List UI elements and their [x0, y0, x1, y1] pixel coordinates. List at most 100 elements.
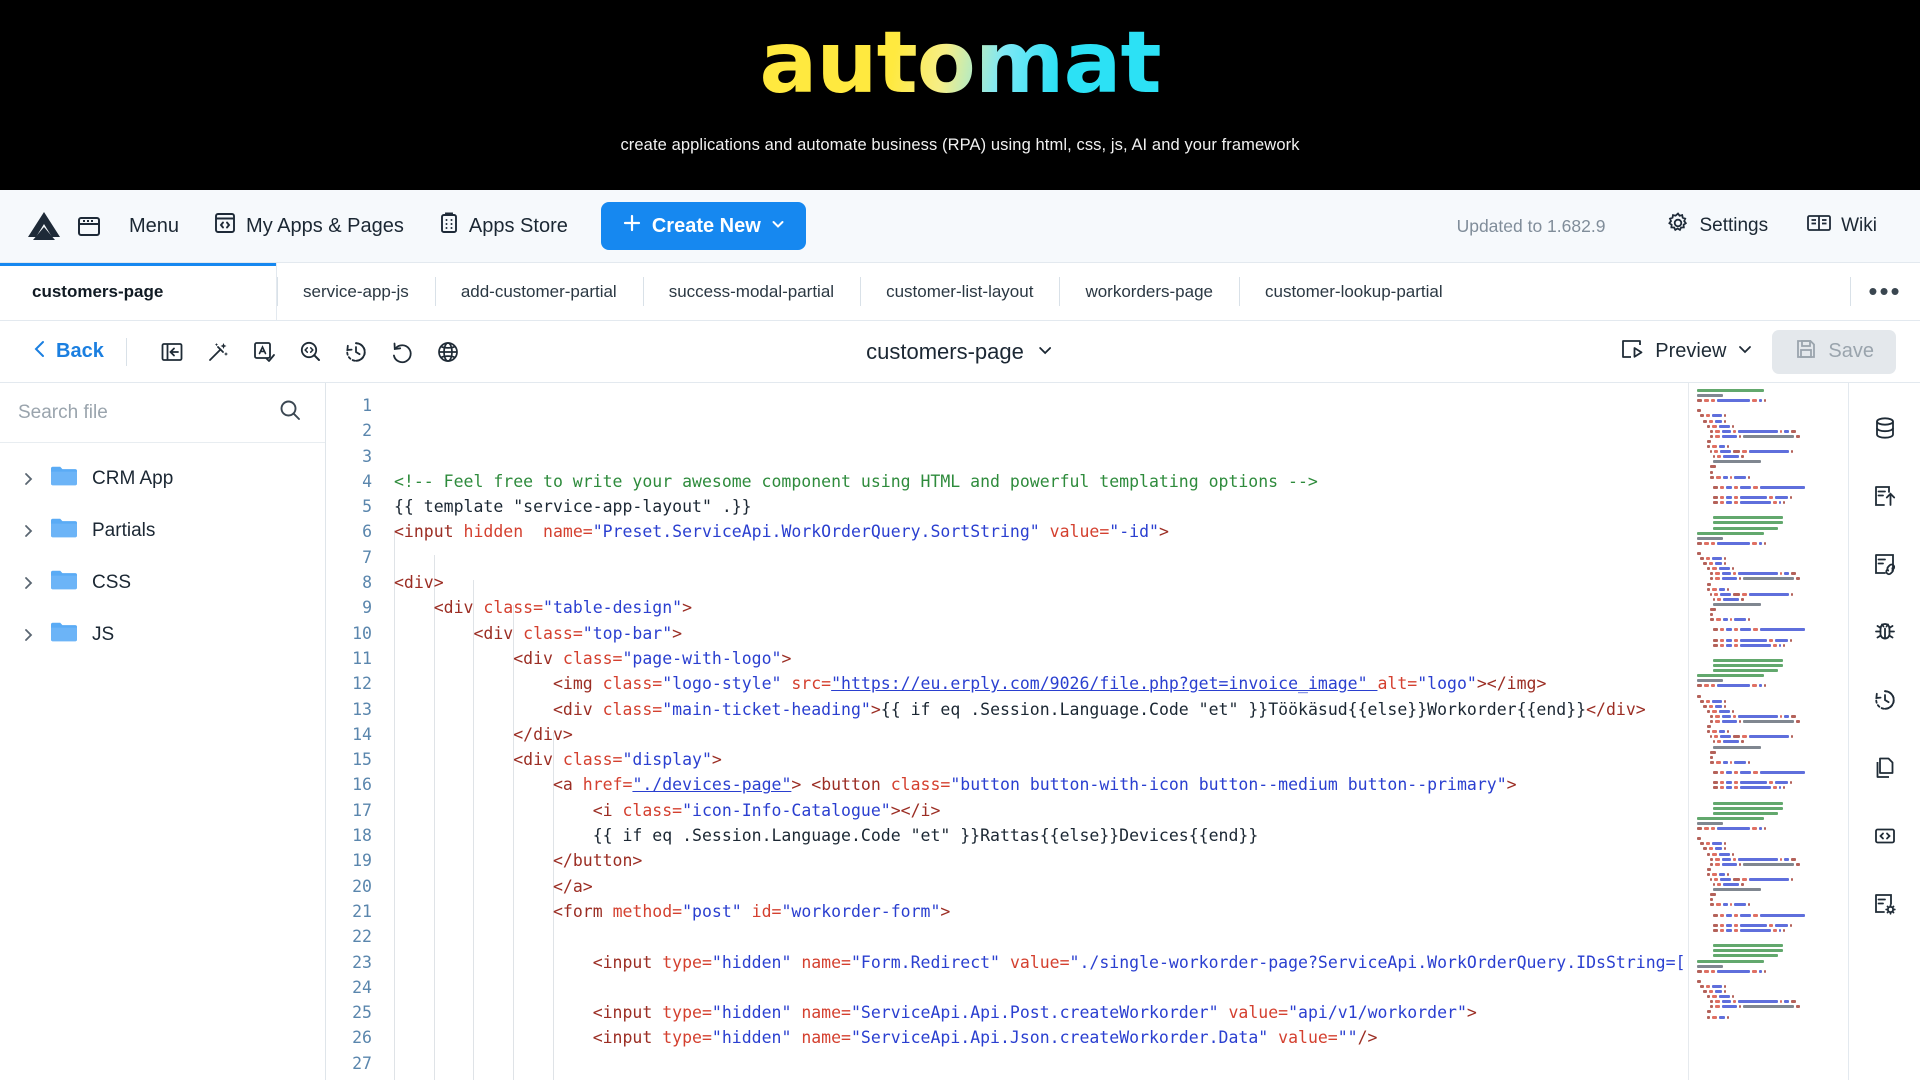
- minimap-segment: [1713, 598, 1715, 601]
- back-button[interactable]: Back: [32, 339, 104, 365]
- code-line[interactable]: [394, 545, 1688, 570]
- folder-item-css[interactable]: CSS: [0, 557, 325, 609]
- magic-wand-icon[interactable]: [195, 332, 241, 372]
- file-upload-icon[interactable]: [1862, 473, 1908, 519]
- code-line[interactable]: [394, 924, 1688, 949]
- code-line[interactable]: <a href="./devices-page"> <button class=…: [394, 772, 1688, 797]
- folder-item-crm-app[interactable]: CRM App: [0, 453, 325, 505]
- code-line[interactable]: [394, 975, 1688, 1000]
- code-line[interactable]: <input hidden name="Preset.ServiceApi.Wo…: [394, 519, 1688, 544]
- code-minimap[interactable]: [1688, 383, 1848, 1080]
- minimap-segment: [1740, 496, 1767, 499]
- minimap-segment: [1716, 761, 1721, 764]
- code-line[interactable]: <div class="main-ticket-heading">{{ if e…: [394, 697, 1688, 722]
- tab-add-customer-partial[interactable]: add-customer-partial: [435, 263, 643, 320]
- code-line[interactable]: [394, 1051, 1688, 1076]
- tab-customer-lookup-partial[interactable]: customer-lookup-partial: [1239, 263, 1469, 320]
- minimap-segment: [1740, 924, 1767, 927]
- folder-icon: [50, 517, 78, 545]
- collapse-panel-icon[interactable]: [149, 332, 195, 372]
- minimap-line: [1697, 628, 1842, 631]
- file-link-icon[interactable]: [1862, 541, 1908, 587]
- code-line[interactable]: <i class="icon-Info-Catalogue"></i>: [394, 798, 1688, 823]
- code-line[interactable]: </div>: [394, 722, 1688, 747]
- code-line[interactable]: <!-- Feel free to write your awesome com…: [394, 469, 1688, 494]
- minimap-segment: [1722, 430, 1731, 433]
- code-line[interactable]: <div class="top-bar">: [394, 621, 1688, 646]
- file-settings-icon[interactable]: [1862, 881, 1908, 927]
- code-line[interactable]: <div class="display">: [394, 747, 1688, 772]
- minimap-segment: [1722, 577, 1737, 580]
- search-input[interactable]: [18, 402, 277, 424]
- tab-success-modal-partial[interactable]: success-modal-partial: [643, 263, 860, 320]
- undo-icon[interactable]: [379, 332, 425, 372]
- folder-item-js[interactable]: JS: [0, 609, 325, 661]
- tab-label: service-app-js: [303, 282, 409, 302]
- minimap-segment: [1712, 730, 1716, 733]
- bug-icon[interactable]: [1862, 609, 1908, 655]
- minimap-segment: [1733, 858, 1736, 861]
- history-clock-icon[interactable]: [1862, 677, 1908, 723]
- code-line[interactable]: <div class="page-with-logo">: [394, 646, 1688, 671]
- code-scroll-area[interactable]: 1234567891011121314151617181920212223242…: [326, 383, 1688, 1080]
- code-line[interactable]: {{ template "service-app-layout" .}}: [394, 494, 1688, 519]
- create-new-button[interactable]: Create New: [601, 202, 806, 250]
- browser-window-icon[interactable]: [66, 203, 112, 249]
- code-line[interactable]: [394, 1076, 1688, 1080]
- nav-item-menu[interactable]: Menu: [112, 204, 196, 248]
- spellcheck-icon[interactable]: [241, 332, 287, 372]
- code-line[interactable]: <form method="post" id="workorder-form">: [394, 899, 1688, 924]
- editor-toolbar: Back: [0, 321, 1920, 383]
- code-line[interactable]: <input type="hidden" name="Form.Redirect…: [394, 950, 1688, 975]
- nav-item-settings[interactable]: Settings: [1649, 204, 1785, 248]
- code-text[interactable]: <!-- Feel free to write your awesome com…: [388, 393, 1688, 1080]
- nav-item-my-apps-and-pages[interactable]: My Apps & Pages: [196, 204, 421, 248]
- tab-customer-list-layout[interactable]: customer-list-layout: [860, 263, 1059, 320]
- minimap-segment: [1740, 914, 1752, 917]
- minimap-segment: [1703, 705, 1707, 708]
- tab-overflow-button[interactable]: •••: [1850, 263, 1920, 320]
- file-tab-bar: customers-page service-app-js add-custom…: [0, 263, 1920, 321]
- code-token: {{ template "service-app-layout" .}}: [394, 497, 752, 516]
- save-label: Save: [1828, 340, 1874, 363]
- copy-icon[interactable]: [1862, 745, 1908, 791]
- search-icon[interactable]: [277, 397, 303, 428]
- code-line[interactable]: {{ if eq .Session.Language.Code "et" }}R…: [394, 823, 1688, 848]
- code-token: <div: [553, 700, 603, 719]
- minimap-line: [1697, 786, 1842, 789]
- line-number: 24: [326, 975, 372, 1000]
- preview-button[interactable]: Preview: [1611, 336, 1762, 368]
- code-line[interactable]: <input type="hidden" name="ServiceApi.Ap…: [394, 1000, 1688, 1025]
- code-line[interactable]: <div class="table-design">: [394, 595, 1688, 620]
- folder-item-partials[interactable]: Partials: [0, 505, 325, 557]
- tab-label: add-customer-partial: [461, 282, 617, 302]
- code-brackets-icon[interactable]: [1862, 813, 1908, 859]
- history-clock-icon[interactable]: [333, 332, 379, 372]
- chevron-down-icon: [770, 215, 786, 238]
- code-line[interactable]: </a>: [394, 874, 1688, 899]
- code-line[interactable]: <img class="logo-style" src="https://eu.…: [394, 671, 1688, 696]
- nav-item-wiki[interactable]: Wiki: [1789, 204, 1894, 248]
- minimap-segment: [1740, 771, 1752, 774]
- code-search-icon[interactable]: [287, 332, 333, 372]
- minimap-segment: [1704, 399, 1709, 402]
- automat-triangle-logo-icon[interactable]: [22, 210, 66, 242]
- minimap-segment: [1759, 970, 1763, 973]
- tab-customers-page[interactable]: customers-page: [0, 263, 277, 320]
- tab-workorders-page[interactable]: workorders-page: [1059, 263, 1239, 320]
- globe-icon[interactable]: [425, 332, 471, 372]
- minimap-line: [1697, 975, 1842, 978]
- database-icon[interactable]: [1862, 405, 1908, 451]
- document-title-dropdown[interactable]: customers-page: [866, 339, 1054, 365]
- code-line[interactable]: <div>: [394, 570, 1688, 595]
- minimap-segment: [1697, 970, 1702, 973]
- save-button[interactable]: Save: [1772, 330, 1896, 374]
- tab-service-app-js[interactable]: service-app-js: [277, 263, 435, 320]
- folder-label: CSS: [92, 572, 131, 594]
- code-line[interactable]: <input type="hidden" name="ServiceApi.Ap…: [394, 1025, 1688, 1050]
- minimap-segment: [1791, 858, 1796, 861]
- nav-item-apps-store[interactable]: Apps Store: [421, 204, 585, 248]
- minimap-segment: [1732, 425, 1734, 428]
- code-token: {{ if eq .Session.Language.Code "et" }}R…: [593, 826, 1259, 845]
- code-line[interactable]: </button>: [394, 848, 1688, 873]
